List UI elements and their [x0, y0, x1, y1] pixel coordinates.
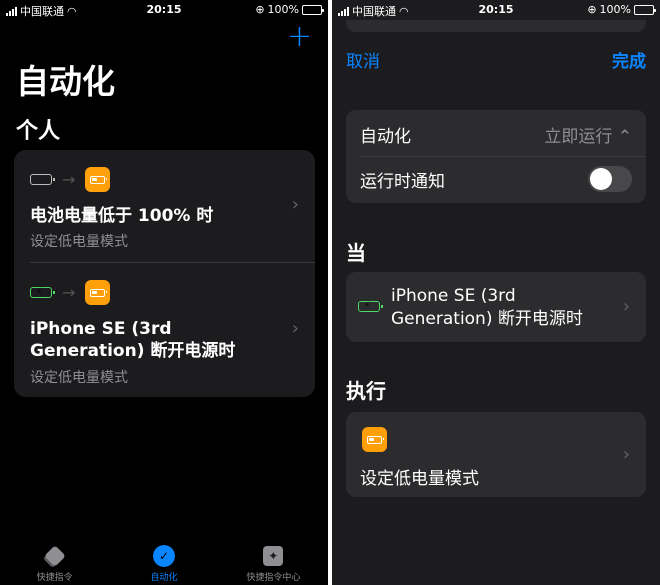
section-title-personal: 个人 [16, 119, 61, 144]
automation-item-battery-level[interactable]: → 电池电量低于 100% 时 设定低电量模式 › [14, 150, 315, 262]
automation-subtitle: 设定低电量模式 [30, 370, 128, 386]
automation-mode-label: 自动化 [360, 127, 411, 147]
battery-percent: 100% [267, 3, 299, 16]
tab-gallery[interactable]: ✦ 快捷指令中心 [219, 537, 328, 585]
arrow-right-icon: → [62, 170, 76, 189]
tab-label: 快捷指令 [36, 573, 73, 583]
action-text: 设定低电量模式 [360, 469, 479, 489]
orientation-lock-icon: ⊕ [255, 3, 265, 16]
automation-title: iPhone SE (3rd Generation) 断开电源时 [30, 319, 236, 361]
page-title: 自动化 [16, 62, 115, 101]
gallery-icon: ✦ [262, 545, 284, 567]
trigger-text: iPhone SE (3rd Generation) 断开电源时 [391, 286, 583, 329]
low-power-mode-icon [85, 280, 111, 305]
clock-check-icon: ✓ [152, 545, 175, 567]
notify-row: 运行时通知 [360, 166, 632, 192]
automation-mode-select[interactable]: 立即运行 ⌃ [544, 122, 632, 147]
status-bar: 中国联通 ◠ 20:15 ⊕ 100% [332, 0, 660, 20]
sheet-backdrop [346, 20, 646, 32]
settings-group: 自动化 立即运行 ⌃ 运行时通知 [346, 110, 646, 203]
add-automation-button[interactable]: + [287, 22, 312, 52]
automation-detail-screen: 中国联通 ◠ 20:15 ⊕ 100% 取消 完成 自动化 立即运行 ⌃ 运行时… [332, 0, 660, 585]
status-bar: 中国联通 ◠ 20:15 ⊕ 100% [0, 0, 328, 20]
layers-icon [43, 545, 66, 567]
automation-mode-row[interactable]: 自动化 立即运行 ⌃ [360, 122, 632, 147]
battery-percent: 100% [599, 3, 631, 16]
low-power-mode-icon [362, 427, 387, 452]
chevron-right-icon: › [622, 296, 630, 317]
battery-icon [634, 4, 656, 15]
tab-shortcuts[interactable]: 快捷指令 [0, 537, 109, 585]
action-row[interactable]: 设定低电量模式 › [346, 412, 646, 497]
battery-full-icon [30, 174, 55, 185]
trigger-row[interactable]: ⚡ iPhone SE (3rd Generation) 断开电源时 › [346, 272, 646, 342]
automation-item-power-disconnect[interactable]: ⚡ → iPhone SE (3rd Generation) 断开电源时 设定低… [14, 263, 315, 397]
when-header: 当 [346, 241, 366, 265]
battery-charging-icon: ⚡ [358, 301, 383, 312]
automation-title: 电池电量低于 100% 时 [30, 206, 214, 226]
tab-label: 自动化 [150, 573, 178, 583]
automation-list-screen: 中国联通 ◠ 20:15 ⊕ 100% + 自动化 个人 → 电池电量低于 10… [0, 0, 328, 585]
divider [360, 156, 646, 157]
arrow-right-icon: → [62, 283, 76, 302]
notify-toggle[interactable] [588, 166, 632, 192]
automation-card: → 电池电量低于 100% 时 设定低电量模式 › ⚡ → iPhone SE … [14, 150, 315, 397]
automation-icons: → [30, 167, 111, 192]
chevron-right-icon: › [291, 318, 299, 339]
done-button[interactable]: 完成 [612, 47, 646, 72]
tab-bar: 快捷指令 ✓ 自动化 ✦ 快捷指令中心 [0, 537, 328, 585]
battery-icon [302, 4, 324, 15]
tab-label: 快捷指令中心 [246, 573, 301, 583]
chevron-right-icon: › [291, 194, 299, 215]
notify-label: 运行时通知 [360, 171, 445, 192]
battery-charging-icon: ⚡ [30, 287, 55, 298]
orientation-lock-icon: ⊕ [587, 3, 597, 16]
status-right: ⊕ 100% [587, 3, 656, 16]
tab-automation[interactable]: ✓ 自动化 [109, 537, 218, 585]
chevron-right-icon: › [622, 444, 630, 465]
do-header: 执行 [346, 379, 386, 403]
low-power-mode-icon [85, 167, 111, 192]
cancel-button[interactable]: 取消 [346, 47, 380, 72]
chevron-updown-icon: ⌃ [617, 127, 632, 147]
status-right: ⊕ 100% [255, 3, 324, 16]
automation-icons: ⚡ → [30, 280, 111, 305]
automation-subtitle: 设定低电量模式 [30, 234, 128, 250]
